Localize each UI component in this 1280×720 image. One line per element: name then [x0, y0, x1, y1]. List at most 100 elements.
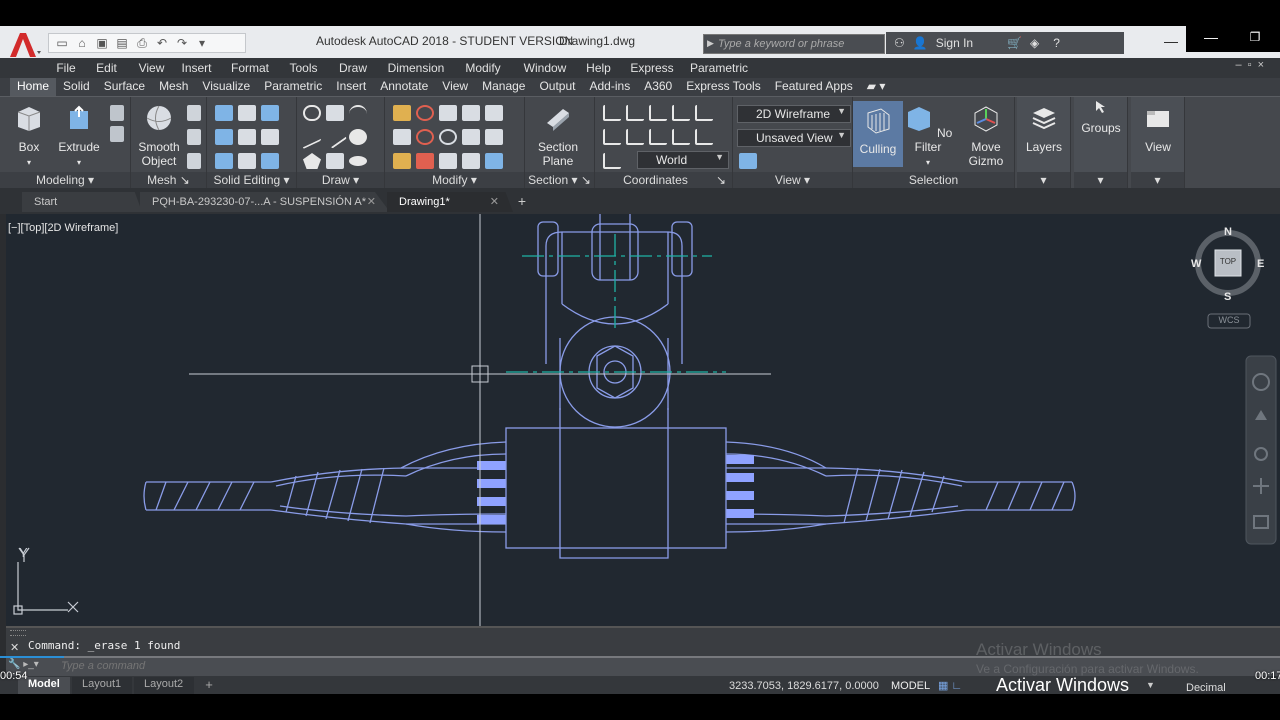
move-gizmo-button[interactable]: Move Gizmo: [961, 103, 1011, 168]
tab-featured-apps[interactable]: Featured Apps: [768, 78, 860, 96]
save-as-icon[interactable]: ▤: [113, 35, 131, 51]
mesh-smooth-less-icon[interactable]: [187, 129, 201, 145]
layout-tab-layout2[interactable]: Layout2: [134, 677, 194, 694]
menu-window[interactable]: Window: [514, 61, 576, 75]
ucs-previous-icon[interactable]: [672, 129, 690, 145]
view-panel-button[interactable]: View ▾: [1131, 97, 1185, 189]
scale-icon[interactable]: [439, 129, 457, 145]
menu-modify[interactable]: Modify: [452, 61, 514, 75]
new-tab-icon[interactable]: +: [512, 194, 532, 210]
file-tab-suspension[interactable]: PQH-BA-293230-07-...A - SUSPENSIÓN A* ✕: [140, 192, 390, 212]
separate-icon[interactable]: [261, 129, 279, 145]
tab-mesh[interactable]: Mesh: [152, 78, 195, 96]
navigation-bar[interactable]: [1245, 355, 1277, 545]
close-icon[interactable]: ✕: [367, 195, 376, 208]
section-panel-title[interactable]: Section ▾ ↘: [525, 172, 594, 189]
thicken-icon[interactable]: [238, 153, 256, 169]
user-icon[interactable]: 👤: [913, 36, 928, 50]
minimize-icon[interactable]: —: [1156, 30, 1186, 52]
qat-dropdown-icon[interactable]: ▾: [193, 35, 211, 51]
drawing-viewport[interactable]: [−][Top][2D Wireframe] TOP N S E W WCS Y…: [6, 214, 1280, 626]
culling-button[interactable]: Culling: [853, 101, 903, 167]
visual-style-dropdown[interactable]: 2D Wireframe ▼: [737, 105, 851, 123]
units-readout[interactable]: Decimal: [1186, 682, 1226, 694]
mirror-icon[interactable]: [485, 153, 503, 169]
command-customize-icon[interactable]: 🔧 ▸_▾: [8, 659, 39, 670]
cart-icon[interactable]: 🛒: [1007, 36, 1022, 50]
drawing-window-controls[interactable]: –▫×: [1236, 59, 1270, 71]
video-progress-track[interactable]: [0, 656, 1280, 658]
view-expand-icon[interactable]: ▾: [1131, 172, 1184, 189]
selection-panel-title[interactable]: Selection: [853, 172, 1014, 189]
line-icon[interactable]: [323, 125, 347, 149]
subtract-icon[interactable]: [215, 129, 233, 145]
polysolid-icon[interactable]: [110, 126, 124, 142]
tab-visualize[interactable]: Visualize: [195, 78, 257, 96]
tab-a360[interactable]: A360: [637, 78, 679, 96]
coordinates-panel-title[interactable]: Coordinates ↘: [595, 172, 732, 189]
model-space-toggle[interactable]: MODEL: [891, 680, 930, 692]
ribbon-options-icon[interactable]: ▰ ▾: [860, 78, 893, 96]
region-icon[interactable]: [326, 153, 344, 169]
fillet-icon[interactable]: [393, 129, 411, 145]
shell-icon[interactable]: [261, 153, 279, 169]
outer-minimize-icon[interactable]: —: [1196, 26, 1226, 48]
viewport-config-icon[interactable]: [739, 153, 757, 169]
modify-panel-title[interactable]: Modify ▾: [385, 172, 524, 189]
arc-icon[interactable]: [349, 105, 367, 121]
ucs-world-icon[interactable]: [603, 153, 621, 169]
ucs-view-icon[interactable]: [649, 129, 667, 145]
modeling-panel-title[interactable]: Modeling ▾: [0, 172, 130, 189]
close-command-line-icon[interactable]: ✕: [10, 641, 19, 654]
spline-icon[interactable]: [303, 124, 321, 150]
layers-button[interactable]: Layers: [1019, 103, 1069, 154]
print-icon[interactable]: ⎙: [133, 35, 151, 51]
ucs-z-icon[interactable]: [695, 105, 713, 121]
layers-expand-icon[interactable]: ▾: [1017, 172, 1070, 189]
tab-annotate[interactable]: Annotate: [373, 78, 435, 96]
file-tab-drawing1[interactable]: Drawing1* ✕: [387, 192, 513, 212]
compass-north[interactable]: N: [1224, 226, 1232, 238]
mesh-panel-title[interactable]: Mesh ↘: [131, 172, 206, 189]
file-tab-start[interactable]: Start: [22, 192, 142, 212]
align-icon[interactable]: [439, 153, 457, 169]
new-file-icon[interactable]: ▭: [53, 35, 71, 51]
ucs-y-icon[interactable]: [672, 105, 690, 121]
groups-panel-button[interactable]: Groups ▾: [1074, 97, 1128, 189]
extrude-faces-icon[interactable]: [261, 105, 279, 121]
tab-home[interactable]: Home: [10, 78, 57, 96]
explode-icon[interactable]: [393, 105, 411, 121]
extrude-button[interactable]: Extrude ▾: [54, 103, 104, 170]
tab-manage[interactable]: Manage: [475, 78, 532, 96]
smooth-object-button[interactable]: Smooth Object: [133, 103, 185, 168]
cad-drawing[interactable]: [6, 214, 1280, 626]
trim-icon[interactable]: [416, 129, 434, 145]
viewcube-top-face[interactable]: TOP: [1215, 257, 1241, 266]
palette-grip-icon[interactable]: [10, 630, 26, 636]
left-cable[interactable]: [143, 441, 507, 533]
rotate-icon[interactable]: [416, 105, 434, 121]
compass-west[interactable]: W: [1191, 258, 1201, 270]
video-progress-fill[interactable]: [0, 656, 64, 658]
box-button[interactable]: Box ▾: [4, 103, 54, 170]
help-search-input[interactable]: ▶ Type a keyword or phrase: [703, 34, 885, 54]
tab-add-ins[interactable]: Add-ins: [583, 78, 638, 96]
erase-icon[interactable]: [393, 153, 411, 169]
menu-express[interactable]: Express: [621, 61, 683, 75]
exchange-icon[interactable]: ◈: [1030, 36, 1039, 50]
ucs-dropdown[interactable]: World ▼: [637, 151, 729, 169]
stretch-icon[interactable]: [416, 153, 434, 169]
undo-icon[interactable]: ↶: [153, 35, 171, 51]
named-view-dropdown[interactable]: Unsaved View ▼: [737, 129, 851, 147]
polygon-icon[interactable]: [303, 153, 321, 169]
autocad-logo-icon[interactable]: [4, 29, 44, 61]
menu-view[interactable]: View: [129, 61, 174, 75]
ucs-face-icon[interactable]: [603, 129, 621, 145]
3d-array-icon[interactable]: [462, 153, 480, 169]
3d-mirror-icon[interactable]: [485, 129, 503, 145]
tab-express-tools[interactable]: Express Tools: [679, 78, 767, 96]
ucs-icon[interactable]: [603, 105, 621, 121]
outer-restore-icon[interactable]: ❐: [1240, 26, 1270, 48]
groups-expand-icon[interactable]: ▾: [1074, 172, 1127, 189]
layout-tab-layout1[interactable]: Layout1: [72, 677, 132, 694]
